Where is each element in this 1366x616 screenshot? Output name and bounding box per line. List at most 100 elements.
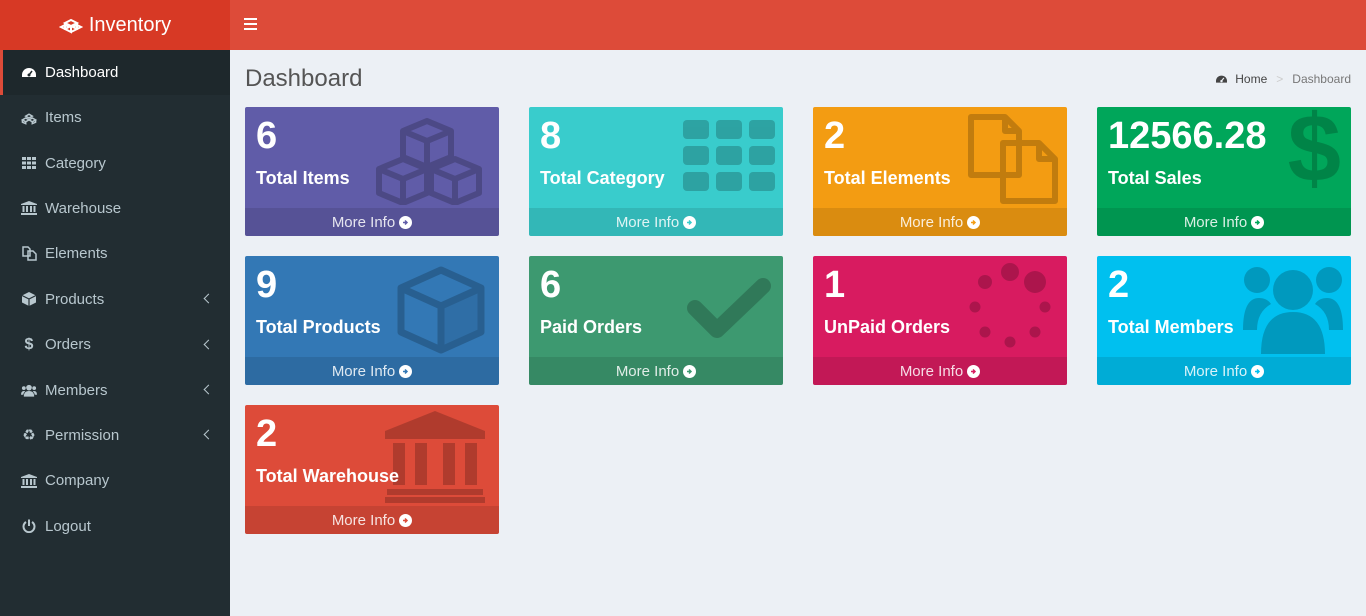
top-navbar [230,0,1366,50]
sidebar-item-products[interactable]: Products [0,277,230,322]
more-info-link[interactable]: More Info [1097,357,1351,385]
cubes-icon [21,110,37,126]
arrow-circle-right-icon [399,364,413,378]
sidebar-item-label: Logout [45,517,91,535]
more-info-label: More Info [331,362,396,380]
sidebar-item-permission[interactable]: ♻ Permission [0,413,230,458]
cubes-icon [58,18,83,34]
arrow-circle-right-icon [967,364,981,378]
more-info-label: More Info [1183,213,1248,231]
more-info-link[interactable]: More Info [245,208,499,236]
sidebar-item-label: Warehouse [45,199,122,217]
breadcrumb-current: Dashboard [1292,72,1351,86]
page-title: Dashboard [245,65,363,92]
stat-box-total-members: 2 Total Members More Info [1097,256,1351,385]
recycle-icon: ♻ [22,427,36,445]
stat-label: Total Members [1108,317,1234,337]
sidebar-item-label: Elements [45,245,108,263]
bank-icon [21,200,37,216]
sidebar-item-dashboard[interactable]: Dashboard [0,50,230,95]
stat-label: Total Category [540,168,665,188]
sidebar-item-category[interactable]: Category [0,140,230,185]
stat-box-total-items: 6 Total Items More Info [245,107,499,236]
power-off-icon [21,518,37,534]
more-info-label: More Info [331,511,396,529]
th-icon [683,120,775,191]
stat-label: UnPaid Orders [824,317,951,337]
more-info-link[interactable]: More Info [245,506,499,534]
more-info-link[interactable]: More Info [1097,208,1351,236]
arrow-circle-right-icon [1251,364,1265,378]
bank-icon [385,411,485,503]
sidebar-item-label: Items [45,109,82,127]
sidebar-item-label: Members [45,381,108,399]
more-info-label: More Info [615,362,680,380]
stat-value: 2 [1108,264,1130,306]
stat-value: 6 [540,264,562,306]
check-icon [687,278,771,338]
sidebar-item-label: Permission [45,426,120,444]
stat-value: 12566.28 [1108,115,1267,157]
sidebar-item-label: Category [45,154,106,172]
chevron-left-icon [203,384,214,395]
breadcrumb-separator: > [1276,72,1284,86]
arrow-circle-right-icon [683,364,697,378]
stat-value: 8 [540,115,562,157]
sidebar-item-logout[interactable]: Logout [0,504,230,549]
sidebar-item-members[interactable]: Members [0,367,230,412]
stat-box-paid-orders: 6 Paid Orders More Info [529,256,783,385]
sidebar-item-label: Company [45,472,110,490]
sidebar: Dashboard Items Category Warehouse Eleme… [0,50,230,616]
arrow-circle-right-icon [399,215,413,229]
main-content: Dashboard Home > Dashboard 6 Total Items… [230,50,1366,616]
stat-label: Total Warehouse [256,466,400,486]
more-info-link[interactable]: More Info [245,357,499,385]
sidebar-toggle-icon[interactable] [244,17,258,33]
dollar-icon: $ [1287,107,1341,202]
chevron-left-icon [203,293,214,304]
th-icon [21,155,37,171]
stat-label: Paid Orders [540,317,643,337]
arrow-circle-right-icon [399,513,413,527]
stat-value: 9 [256,264,278,306]
stat-label: Total Items [256,168,350,188]
cube-icon [397,266,485,354]
more-info-label: More Info [1183,362,1248,380]
dollar-icon: $ [24,335,34,353]
stat-box-unpaid-orders: 1 UnPaid Orders More Info [813,256,1067,385]
brand-logo[interactable]: Inventory [0,0,230,50]
cube-icon [21,291,37,307]
users-icon [1243,267,1343,354]
sidebar-item-company[interactable]: Company [0,458,230,503]
more-info-link[interactable]: More Info [813,208,1067,236]
stat-box-total-elements: 2 Total Elements More Info [813,107,1067,236]
stat-value: 1 [824,264,846,306]
sidebar-item-elements[interactable]: Elements [0,231,230,276]
stat-box-total-sales: 12566.28 Total Sales $ More Info [1097,107,1351,236]
cubes-icon [376,118,482,205]
sidebar-item-items[interactable]: Items [0,95,230,140]
brand-title: Inventory [88,13,172,36]
files-icon [968,114,1058,204]
more-info-link[interactable]: More Info [529,357,783,385]
arrow-circle-right-icon [967,215,981,229]
more-info-link[interactable]: More Info [529,208,783,236]
dashboard-icon [21,65,37,81]
spinner-icon [969,263,1051,348]
more-info-label: More Info [615,213,680,231]
chevron-left-icon [203,339,214,350]
arrow-circle-right-icon [683,215,697,229]
more-info-label: More Info [899,213,964,231]
files-icon [21,246,37,262]
more-info-label: More Info [331,213,396,231]
breadcrumb-home[interactable]: Home [1215,72,1267,86]
sidebar-item-warehouse[interactable]: Warehouse [0,186,230,231]
more-info-link[interactable]: More Info [813,357,1067,385]
breadcrumb-home-label: Home [1235,72,1268,86]
sidebar-item-orders[interactable]: $ Orders [0,322,230,367]
dashboard-icon [1216,75,1228,83]
sidebar-item-label: Products [45,290,105,308]
stat-box-total-warehouse: 2 Total Warehouse More Info [245,405,499,534]
stat-box-total-products: 9 Total Products More Info [245,256,499,385]
sidebar-item-label: Orders [45,336,91,354]
